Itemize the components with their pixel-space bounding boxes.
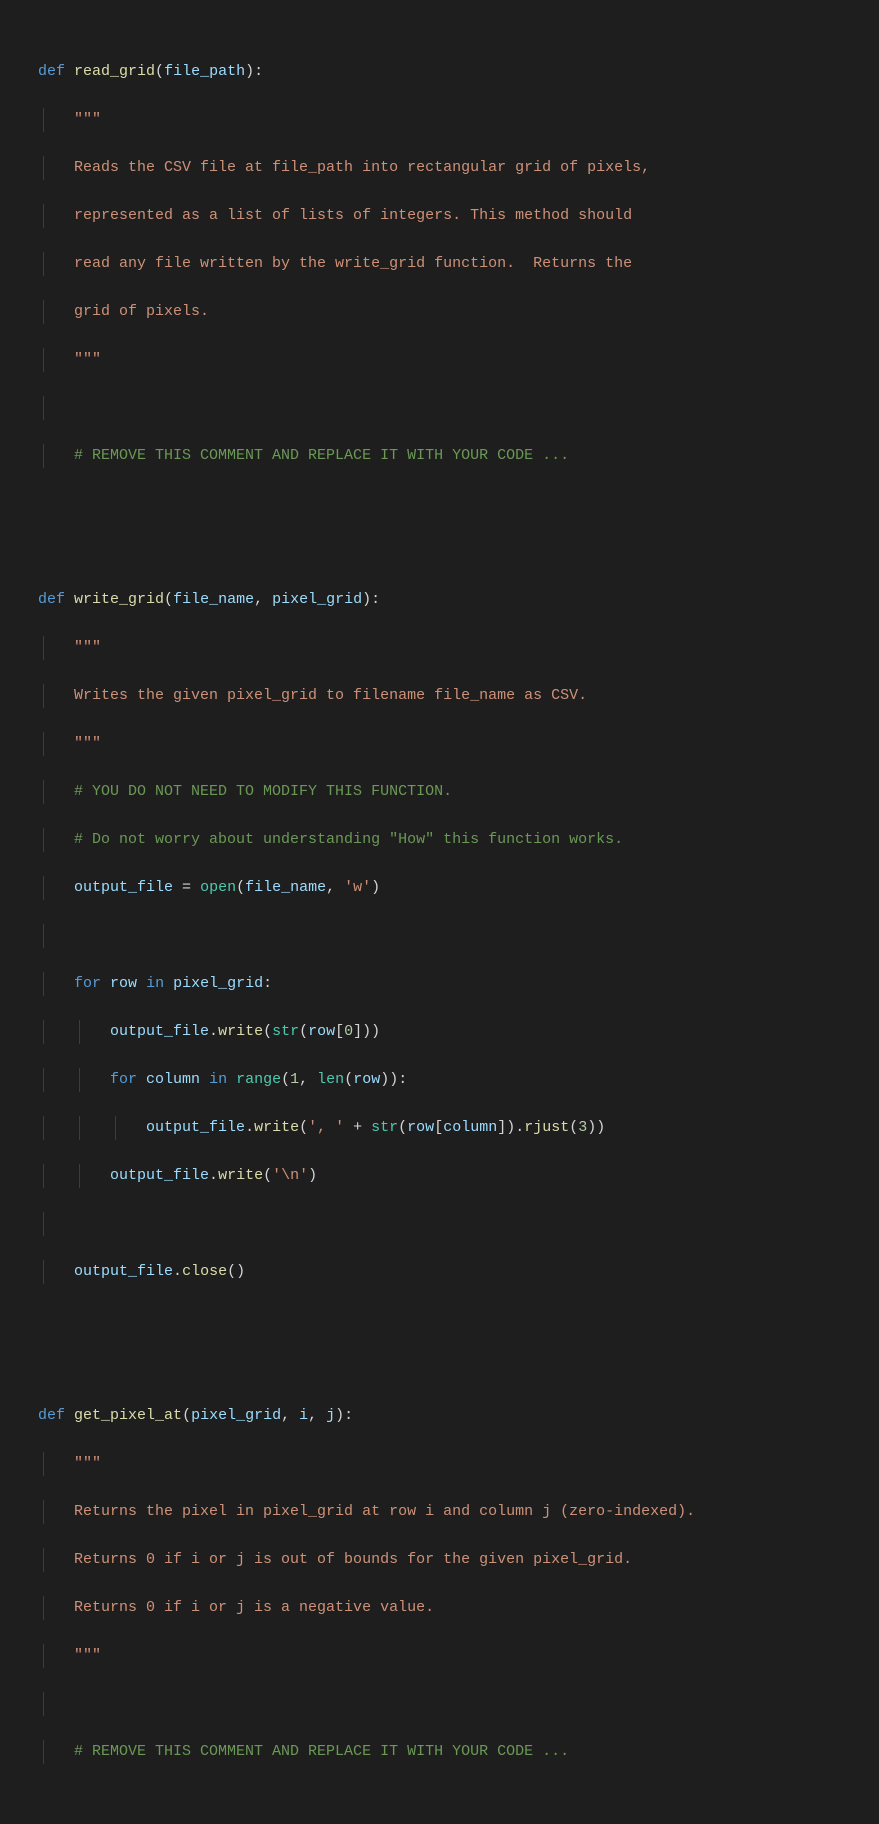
docstring-quote: """ bbox=[74, 735, 101, 752]
code-line[interactable]: """ bbox=[38, 1644, 879, 1668]
string-literal: ', ' bbox=[308, 1119, 344, 1136]
variable: output_file bbox=[74, 1263, 173, 1280]
code-line[interactable]: for column in range(1, len(row)): bbox=[38, 1068, 879, 1092]
keyword-def: def bbox=[38, 63, 65, 80]
docstring-text: read any file written by the write_grid … bbox=[74, 255, 632, 272]
method: write bbox=[218, 1167, 263, 1184]
code-line[interactable] bbox=[38, 1212, 879, 1236]
code-line[interactable]: """ bbox=[38, 636, 879, 660]
code-line[interactable]: output_file.close() bbox=[38, 1260, 879, 1284]
code-line[interactable]: # REMOVE THIS COMMENT AND REPLACE IT WIT… bbox=[38, 1740, 879, 1764]
docstring-text: Reads the CSV file at file_path into rec… bbox=[74, 159, 650, 176]
docstring-quote: """ bbox=[74, 639, 101, 656]
builtin: open bbox=[200, 879, 236, 896]
string-literal: 'w' bbox=[344, 879, 371, 896]
code-line[interactable]: """ bbox=[38, 108, 879, 132]
function-name: read_grid bbox=[74, 63, 155, 80]
variable: column bbox=[146, 1071, 200, 1088]
code-line[interactable]: for row in pixel_grid: bbox=[38, 972, 879, 996]
param: pixel_grid bbox=[191, 1407, 281, 1424]
builtin: range bbox=[236, 1071, 281, 1088]
param: j bbox=[326, 1407, 335, 1424]
code-line[interactable]: read any file written by the write_grid … bbox=[38, 252, 879, 276]
code-line[interactable] bbox=[38, 1356, 879, 1380]
keyword-def: def bbox=[38, 1407, 65, 1424]
docstring-quote: """ bbox=[74, 111, 101, 128]
code-line[interactable] bbox=[38, 540, 879, 564]
number: 1 bbox=[290, 1071, 299, 1088]
variable: output_file bbox=[74, 879, 173, 896]
comment: # REMOVE THIS COMMENT AND REPLACE IT WIT… bbox=[74, 447, 569, 464]
docstring-text: Writes the given pixel_grid to filename … bbox=[74, 687, 587, 704]
builtin: str bbox=[371, 1119, 398, 1136]
code-line[interactable]: def get_pixel_at(pixel_grid, i, j): bbox=[38, 1404, 879, 1428]
number: 3 bbox=[578, 1119, 587, 1136]
code-line[interactable]: output_file.write('\n') bbox=[38, 1164, 879, 1188]
code-editor[interactable]: def read_grid(file_path): """ Reads the … bbox=[0, 0, 879, 1824]
variable: output_file bbox=[110, 1167, 209, 1184]
param: i bbox=[299, 1407, 308, 1424]
code-line[interactable]: def write_grid(file_name, pixel_grid): bbox=[38, 588, 879, 612]
code-line[interactable]: Returns 0 if i or j is a negative value. bbox=[38, 1596, 879, 1620]
number: 0 bbox=[344, 1023, 353, 1040]
method: rjust bbox=[524, 1119, 569, 1136]
code-line[interactable]: # YOU DO NOT NEED TO MODIFY THIS FUNCTIO… bbox=[38, 780, 879, 804]
code-line[interactable] bbox=[38, 1308, 879, 1332]
variable: output_file bbox=[146, 1119, 245, 1136]
code-line[interactable]: grid of pixels. bbox=[38, 300, 879, 324]
method: write bbox=[218, 1023, 263, 1040]
comment: # YOU DO NOT NEED TO MODIFY THIS FUNCTIO… bbox=[74, 783, 452, 800]
code-line[interactable] bbox=[38, 492, 879, 516]
docstring-text: Returns 0 if i or j is a negative value. bbox=[74, 1599, 434, 1616]
variable: row bbox=[308, 1023, 335, 1040]
comment: # Do not worry about understanding "How"… bbox=[74, 831, 623, 848]
keyword-in: in bbox=[146, 975, 164, 992]
variable: column bbox=[443, 1119, 497, 1136]
param: file_name bbox=[173, 591, 254, 608]
docstring-text: Returns the pixel in pixel_grid at row i… bbox=[74, 1503, 695, 1520]
builtin: str bbox=[272, 1023, 299, 1040]
code-line[interactable]: """ bbox=[38, 348, 879, 372]
docstring-text: represented as a list of lists of intege… bbox=[74, 207, 632, 224]
function-name: write_grid bbox=[74, 591, 164, 608]
builtin: len bbox=[317, 1071, 344, 1088]
variable: row bbox=[407, 1119, 434, 1136]
method: write bbox=[254, 1119, 299, 1136]
code-line[interactable]: Writes the given pixel_grid to filename … bbox=[38, 684, 879, 708]
variable: pixel_grid bbox=[173, 975, 263, 992]
code-line[interactable] bbox=[38, 1692, 879, 1716]
keyword-for: for bbox=[74, 975, 101, 992]
docstring-quote: """ bbox=[74, 1647, 101, 1664]
code-line[interactable]: # REMOVE THIS COMMENT AND REPLACE IT WIT… bbox=[38, 444, 879, 468]
code-line[interactable] bbox=[38, 396, 879, 420]
code-line[interactable]: # Do not worry about understanding "How"… bbox=[38, 828, 879, 852]
variable: row bbox=[110, 975, 137, 992]
variable: output_file bbox=[110, 1023, 209, 1040]
code-line[interactable]: """ bbox=[38, 732, 879, 756]
method: close bbox=[182, 1263, 227, 1280]
code-line[interactable]: represented as a list of lists of intege… bbox=[38, 204, 879, 228]
code-line[interactable]: def read_grid(file_path): bbox=[38, 60, 879, 84]
docstring-quote: """ bbox=[74, 351, 101, 368]
docstring-text: Returns 0 if i or j is out of bounds for… bbox=[74, 1551, 632, 1568]
docstring-text: grid of pixels. bbox=[74, 303, 209, 320]
comment: # REMOVE THIS COMMENT AND REPLACE IT WIT… bbox=[74, 1743, 569, 1760]
code-line[interactable]: Returns the pixel in pixel_grid at row i… bbox=[38, 1500, 879, 1524]
docstring-quote: """ bbox=[74, 1455, 101, 1472]
string-literal: '\n' bbox=[272, 1167, 308, 1184]
variable: file_name bbox=[245, 879, 326, 896]
code-line[interactable]: output_file = open(file_name, 'w') bbox=[38, 876, 879, 900]
keyword-for: for bbox=[110, 1071, 137, 1088]
keyword-in: in bbox=[209, 1071, 227, 1088]
code-line[interactable]: Returns 0 if i or j is out of bounds for… bbox=[38, 1548, 879, 1572]
param: pixel_grid bbox=[272, 591, 362, 608]
code-line[interactable]: Reads the CSV file at file_path into rec… bbox=[38, 156, 879, 180]
code-line[interactable]: """ bbox=[38, 1452, 879, 1476]
code-line[interactable]: output_file.write(', ' + str(row[column]… bbox=[38, 1116, 879, 1140]
code-line[interactable] bbox=[38, 924, 879, 948]
keyword-def: def bbox=[38, 591, 65, 608]
param: file_path bbox=[164, 63, 245, 80]
variable: row bbox=[353, 1071, 380, 1088]
function-name: get_pixel_at bbox=[74, 1407, 182, 1424]
